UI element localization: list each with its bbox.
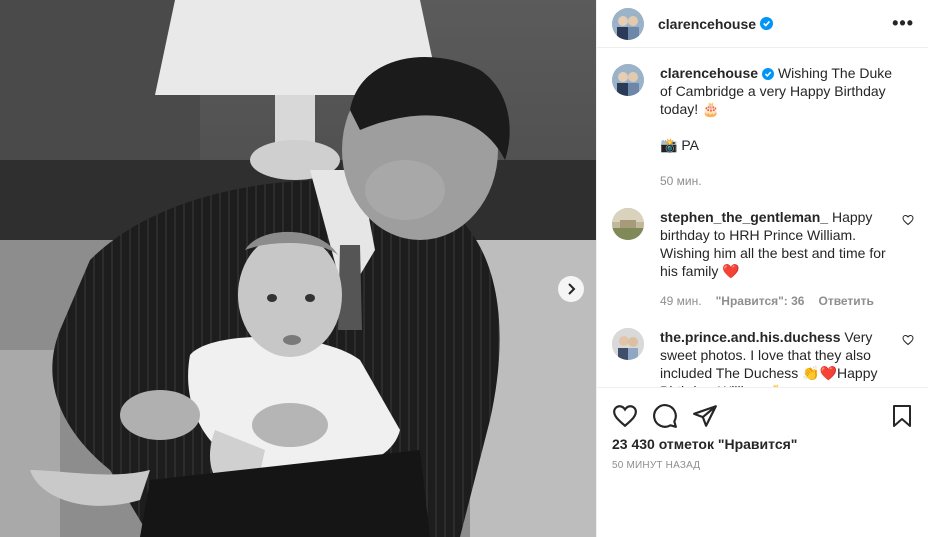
share-icon[interactable]	[692, 403, 718, 429]
instagram-post: clarencehouse ••• clarencehouse Wishing …	[0, 0, 928, 537]
heart-icon[interactable]	[902, 334, 914, 346]
comment-username[interactable]: the.prince.and.his.duchess	[660, 329, 841, 345]
avatar-image	[612, 64, 644, 96]
heart-icon[interactable]	[612, 403, 638, 429]
avatar-image	[612, 7, 644, 40]
caption: clarencehouse Wishing The Duke of Cambri…	[612, 64, 914, 190]
verified-badge-icon	[762, 68, 775, 80]
bookmark-icon[interactable]	[890, 403, 914, 429]
post-side-panel: clarencehouse ••• clarencehouse Wishing …	[596, 0, 928, 537]
avatar-image	[612, 328, 644, 360]
avatar-image	[612, 208, 644, 240]
comment-icon[interactable]	[652, 403, 678, 429]
caption-meta: 50 мин.	[660, 172, 900, 190]
comment-meta: 49 мин. "Нравится": 36 Ответить	[660, 292, 900, 310]
comment-body: stephen_the_gentleman_ Happy birthday to…	[660, 208, 900, 310]
comment-body: the.prince.and.his.duchess Very sweet ph…	[660, 328, 900, 387]
black-and-white-photo	[0, 0, 596, 537]
caption-time: 50 мин.	[660, 174, 702, 188]
post-username[interactable]: clarencehouse	[658, 16, 756, 32]
caption-credit: 📸 PA	[660, 137, 699, 153]
caption-username[interactable]: clarencehouse	[660, 65, 758, 81]
action-icons	[612, 396, 914, 436]
verified-badge-icon	[760, 17, 774, 30]
post-actions: 23 430 отметок "Нравится" 50 минут назад	[597, 387, 928, 537]
caption-avatar[interactable]	[612, 64, 644, 96]
comments-list: clarencehouse Wishing The Duke of Cambri…	[597, 48, 928, 387]
next-photo-button[interactable]	[558, 276, 584, 302]
post-header: clarencehouse •••	[597, 0, 928, 48]
reply-button[interactable]: Ответить	[818, 292, 873, 310]
post-photo	[0, 0, 596, 537]
post-date: 50 минут назад	[612, 460, 701, 471]
comment-likes[interactable]: "Нравится": 36	[716, 292, 805, 310]
likes-count[interactable]: 23 430 отметок "Нравится"	[612, 436, 914, 452]
chevron-right-icon	[568, 283, 576, 295]
more-options-button[interactable]: •••	[892, 13, 914, 34]
caption-body: clarencehouse Wishing The Duke of Cambri…	[660, 64, 900, 190]
comment-avatar[interactable]	[612, 328, 644, 360]
heart-icon[interactable]	[902, 214, 914, 226]
comment-item: stephen_the_gentleman_ Happy birthday to…	[612, 208, 914, 310]
comment-time: 49 мин.	[660, 294, 702, 308]
comment-avatar[interactable]	[612, 208, 644, 240]
comment-username[interactable]: stephen_the_gentleman_	[660, 209, 828, 225]
comment-item: the.prince.and.his.duchess Very sweet ph…	[612, 328, 914, 387]
avatar[interactable]	[612, 7, 644, 40]
